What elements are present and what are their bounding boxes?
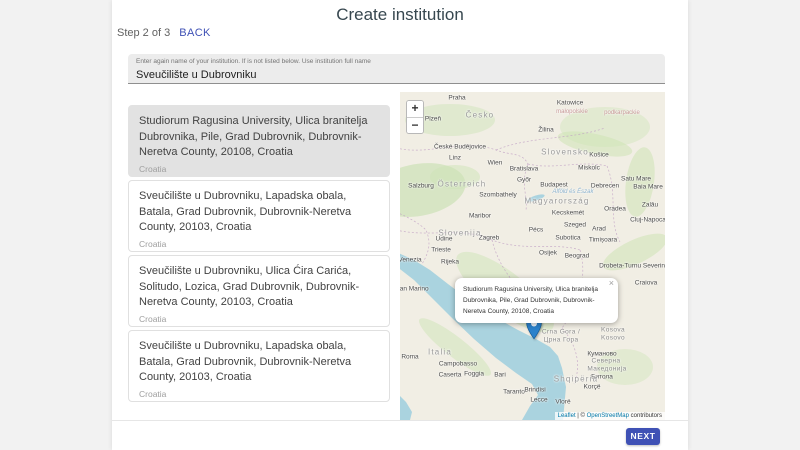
map-label: Osijek bbox=[539, 250, 557, 257]
map-label: Žilina bbox=[538, 127, 554, 134]
map-zoom-control: + − bbox=[406, 100, 424, 134]
map-label: Taranto bbox=[503, 389, 525, 396]
map-label: Magyarország bbox=[524, 197, 589, 206]
map-label: Lecce bbox=[530, 397, 547, 404]
map-label: Bratislava bbox=[510, 166, 539, 173]
results-list: Studiorum Ragusina University, Ulica bra… bbox=[128, 105, 390, 405]
map-label: Linz bbox=[449, 155, 461, 162]
map-label: Korçë bbox=[584, 384, 601, 391]
result-country: Croatia bbox=[139, 314, 379, 324]
map-label: Budapest bbox=[540, 182, 567, 189]
map-label: Trieste bbox=[431, 247, 451, 254]
map-label: Shqipëria bbox=[554, 375, 599, 384]
map-label: Österreich bbox=[438, 180, 487, 189]
attribution-suffix: contributors bbox=[629, 413, 662, 419]
map-label: Wien bbox=[488, 160, 503, 167]
map-label: Košice bbox=[589, 152, 609, 159]
map-label: Zagreb bbox=[479, 235, 500, 242]
map-label: Debrecen bbox=[591, 183, 619, 190]
map-label: Szeged bbox=[564, 222, 586, 229]
map-label: Szombathely bbox=[479, 192, 517, 199]
map-popup: Studiorum Ragusina University, Ulica bra… bbox=[455, 278, 618, 323]
map-label: Venezia bbox=[400, 257, 422, 264]
map-label: Győr bbox=[517, 177, 531, 184]
map-label: Kosova bbox=[601, 327, 625, 334]
back-button[interactable]: BACK bbox=[179, 27, 211, 39]
result-address: Sveučilište u Dubrovniku, Lapadska obala… bbox=[139, 339, 379, 386]
map-label: Drobeta-Turnu Severin bbox=[599, 263, 665, 270]
map-label: małopolskie bbox=[556, 109, 588, 115]
map-label: Roma bbox=[401, 354, 418, 361]
map-label: České Budějovice bbox=[434, 144, 486, 151]
step-label: Step 2 of 3 bbox=[117, 27, 170, 39]
map-label: Timișoara bbox=[589, 237, 617, 244]
map-label: Campobasso bbox=[439, 361, 477, 368]
close-icon[interactable]: × bbox=[609, 279, 614, 288]
map-label: Praha bbox=[448, 95, 465, 102]
result-country: Croatia bbox=[139, 389, 379, 399]
content-card: Create institution Step 2 of 3 BACK Enter… bbox=[112, 0, 688, 450]
result-country: Croatia bbox=[139, 164, 379, 174]
map-label: Rijeka bbox=[441, 259, 459, 266]
map-label: Brindisi bbox=[524, 387, 545, 394]
map-label: Beograd bbox=[565, 253, 590, 260]
map-attribution: Leaflet | © OpenStreetMap contributors bbox=[555, 412, 665, 420]
map-label: Satu Mare bbox=[621, 176, 651, 183]
map-label: Caserta bbox=[439, 372, 462, 379]
map-label: Kecskemét bbox=[552, 210, 584, 217]
map-label: Crna Gora / bbox=[542, 329, 580, 336]
map-label: Oradea bbox=[604, 206, 626, 213]
result-country: Croatia bbox=[139, 239, 379, 249]
osm-link[interactable]: OpenStreetMap bbox=[587, 413, 629, 419]
map-label: Miskolc bbox=[578, 165, 600, 172]
zoom-out-icon[interactable]: − bbox=[407, 117, 423, 133]
popup-text: Studiorum Ragusina University, Ulica bra… bbox=[463, 284, 603, 317]
page: Create institution Step 2 of 3 BACK Enter… bbox=[0, 0, 800, 450]
result-option[interactable]: Sveučilište u Dubrovniku, Lapadska obala… bbox=[128, 330, 390, 402]
result-option[interactable]: Studiorum Ragusina University, Ulica bra… bbox=[128, 105, 390, 177]
map-label: Salzburg bbox=[408, 183, 434, 190]
map-label: Katowice bbox=[557, 100, 583, 107]
map-label: Maribor bbox=[469, 213, 491, 220]
next-button[interactable]: NEXT bbox=[626, 428, 660, 445]
map-label: Куманово bbox=[587, 351, 616, 358]
result-address: Sveučilište u Dubrovniku, Lapadska obala… bbox=[139, 189, 379, 236]
map-label: Pécs bbox=[529, 227, 543, 234]
result-address: Studiorum Ragusina University, Ulica bra… bbox=[139, 114, 379, 161]
zoom-in-icon[interactable]: + bbox=[407, 101, 423, 117]
institution-name-label: Enter again name of your institution. If… bbox=[136, 58, 657, 65]
map-label: Македонија bbox=[587, 366, 626, 373]
map-label: Foggia bbox=[464, 371, 484, 378]
map-label: podkarpackie bbox=[604, 110, 640, 116]
map-label: Kosovo bbox=[601, 335, 625, 342]
result-option[interactable]: Sveučilište u Dubrovniku, Lapadska obala… bbox=[128, 180, 390, 252]
map-label: Baia Mare bbox=[633, 184, 663, 191]
map-label: Italia bbox=[428, 348, 452, 357]
map-label: San Marino bbox=[400, 286, 429, 293]
institution-name-input[interactable] bbox=[136, 67, 657, 81]
map-label: Alföld és Észak bbox=[552, 189, 593, 195]
result-option[interactable]: Sveučilište u Dubrovniku, Ulica Ćira Car… bbox=[128, 255, 390, 327]
result-address: Sveučilište u Dubrovniku, Ulica Ćira Car… bbox=[139, 264, 379, 311]
map-label: Subotica bbox=[555, 235, 580, 242]
map-label: Zalău bbox=[642, 202, 658, 209]
institution-name-field[interactable]: Enter again name of your institution. If… bbox=[128, 54, 665, 84]
map-label: Slovensko bbox=[541, 148, 589, 157]
step-indicator: Step 2 of 3 BACK bbox=[117, 27, 211, 39]
map-label: Plzeň bbox=[425, 116, 441, 123]
leaflet-link[interactable]: Leaflet bbox=[558, 413, 576, 419]
map-label: Северна bbox=[592, 358, 621, 365]
map-label: Slovenija bbox=[438, 229, 481, 238]
map-label: Vlorë bbox=[555, 399, 570, 406]
map-label: Cluj-Napoca bbox=[630, 217, 665, 224]
map[interactable]: Praha Plzeň Katowice małopolskie podkarpacki… bbox=[400, 92, 665, 420]
map-label: Bari bbox=[494, 372, 506, 379]
footer-divider bbox=[112, 420, 688, 421]
page-title: Create institution bbox=[112, 5, 688, 25]
map-label: Česko bbox=[466, 111, 495, 120]
map-label: Црна Гора bbox=[544, 337, 579, 344]
map-label: Arad bbox=[592, 226, 606, 233]
map-label: Craiova bbox=[635, 280, 657, 287]
